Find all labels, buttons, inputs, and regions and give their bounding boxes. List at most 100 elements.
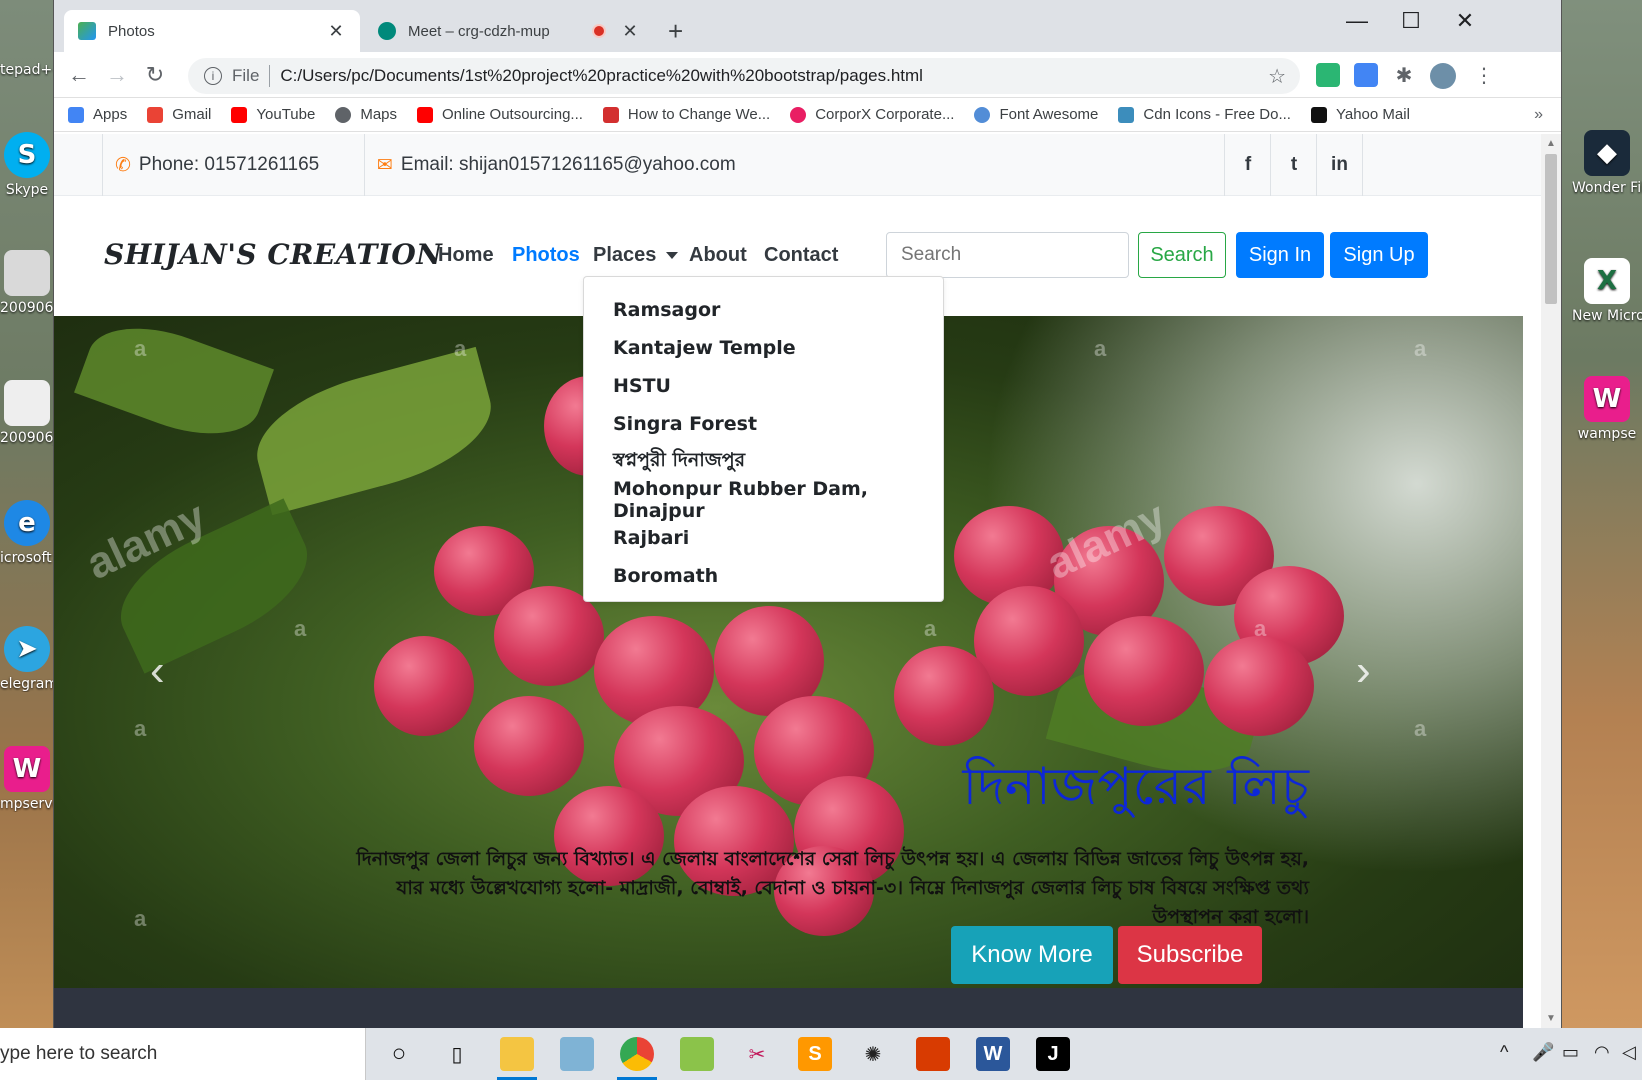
- tab-meet[interactable]: Meet – crg-cdzh-mup ✕: [364, 10, 654, 52]
- new-tab-icon[interactable]: +: [668, 18, 683, 44]
- dropdown-item-rajbari[interactable]: Rajbari: [584, 519, 943, 557]
- carousel-next-icon[interactable]: ›: [1356, 646, 1371, 696]
- bookmarks-overflow-icon[interactable]: »: [1534, 106, 1543, 124]
- scroll-up-icon[interactable]: ▲: [1546, 138, 1556, 149]
- bookmark-corporx[interactable]: CorporX Corporate...: [790, 106, 954, 123]
- url-text[interactable]: C:/Users/pc/Documents/1st%20project%20pr…: [280, 66, 923, 86]
- bookmark-how-to-change[interactable]: How to Change We...: [602, 106, 770, 123]
- file-explorer-icon[interactable]: [500, 1037, 534, 1071]
- nav-about[interactable]: About: [689, 244, 747, 267]
- tray-chevron-icon[interactable]: ^: [1500, 1042, 1508, 1063]
- chrome-icon[interactable]: [620, 1037, 654, 1071]
- desktop-icon-label: 200906_: [0, 300, 54, 316]
- paint-icon[interactable]: ✺: [856, 1037, 890, 1071]
- bookmark-maps[interactable]: Maps: [335, 106, 397, 123]
- twitter-icon[interactable]: t: [1270, 134, 1317, 196]
- maximize-icon[interactable]: ☐: [1396, 8, 1426, 34]
- desktop-icon-telegram[interactable]: ➤ elegram: [0, 626, 54, 692]
- microphone-icon[interactable]: 🎤: [1532, 1042, 1554, 1063]
- bookmark-youtube[interactable]: YouTube: [231, 106, 315, 123]
- dropdown-item-boromath[interactable]: Boromath: [584, 557, 943, 595]
- menu-kebab-icon[interactable]: ⋮: [1472, 63, 1496, 87]
- carousel-prev-icon[interactable]: ‹: [150, 646, 165, 696]
- extensions-puzzle-icon[interactable]: ✱: [1392, 63, 1416, 87]
- sublime-text-icon[interactable]: S: [798, 1037, 832, 1071]
- desktop-icon-wampserver-right[interactable]: W wampse: [1572, 376, 1642, 442]
- facebook-icon[interactable]: f: [1224, 134, 1271, 196]
- brand-logo[interactable]: SHIJAN'S CREATION: [104, 238, 442, 271]
- close-icon[interactable]: ✕: [326, 21, 346, 42]
- scrollbar-thumb[interactable]: [1545, 154, 1557, 304]
- desktop-icon-edge[interactable]: e icrosoft Edge: [0, 500, 54, 566]
- sign-up-button[interactable]: Sign Up: [1330, 232, 1428, 278]
- forward-arrow-icon[interactable]: →: [104, 62, 130, 88]
- scroll-down-icon[interactable]: ▼: [1546, 1013, 1556, 1024]
- office-icon[interactable]: [916, 1037, 950, 1071]
- desktop-icon-photo-1[interactable]: 200906_: [0, 250, 54, 316]
- bookmark-online-outsourcing[interactable]: Online Outsourcing...: [417, 106, 583, 123]
- nav-places-label: Places: [593, 244, 657, 266]
- spiral-icon: [790, 106, 807, 123]
- extension-green-icon[interactable]: [1316, 63, 1340, 87]
- bookmark-yahoo-mail[interactable]: Yahoo Mail: [1310, 106, 1410, 123]
- dropdown-item-hstu[interactable]: HSTU: [584, 367, 943, 405]
- desktop-icon-photo-2[interactable]: 200906_: [0, 380, 54, 446]
- know-more-button[interactable]: Know More: [951, 926, 1113, 984]
- desktop-icon-label: tepad++: [0, 62, 54, 78]
- notes-app-icon[interactable]: [560, 1037, 594, 1071]
- linkedin-icon[interactable]: in: [1316, 134, 1363, 196]
- dropdown-item-kantajew-temple[interactable]: Kantajew Temple: [584, 329, 943, 367]
- desktop-icon-excel[interactable]: X New Microso: [1572, 258, 1642, 324]
- volume-icon[interactable]: ◁: [1622, 1042, 1636, 1063]
- info-icon[interactable]: i: [204, 67, 222, 85]
- page-scrollbar[interactable]: ▲ ▼: [1541, 134, 1561, 1028]
- intellij-icon[interactable]: J: [1036, 1037, 1070, 1071]
- bookmark-gmail[interactable]: Gmail: [147, 106, 211, 123]
- desktop-icon-skype[interactable]: S Skype: [0, 132, 54, 198]
- watermark-letter: a: [134, 906, 147, 931]
- sign-in-button[interactable]: Sign In: [1236, 232, 1324, 278]
- notepad-plus-plus-icon[interactable]: [680, 1037, 714, 1071]
- bookmark-label: Cdn Icons - Free Do...: [1143, 106, 1291, 123]
- task-view-icon[interactable]: ▯: [440, 1037, 474, 1071]
- dropdown-item-swapnapuri[interactable]: স্বপ্নপুরী দিনাজপুর: [584, 443, 943, 481]
- dropdown-item-singra-forest[interactable]: Singra Forest: [584, 405, 943, 443]
- nav-photos[interactable]: Photos: [512, 244, 580, 267]
- globe-icon: [335, 106, 352, 123]
- word-icon[interactable]: W: [976, 1037, 1010, 1071]
- email-info: ✉ Email: shijan01571261165@yahoo.com: [364, 134, 1224, 196]
- dropdown-item-ramsagor[interactable]: Ramsagor: [584, 291, 943, 329]
- minimize-icon[interactable]: —: [1342, 8, 1372, 34]
- nav-contact[interactable]: Contact: [764, 244, 838, 267]
- bookmark-font-awesome[interactable]: Font Awesome: [974, 106, 1098, 123]
- tab-photos[interactable]: Photos ✕: [64, 10, 360, 52]
- address-bar[interactable]: i File C:/Users/pc/Documents/1st%20proje…: [188, 58, 1300, 94]
- close-icon[interactable]: ✕: [620, 21, 640, 42]
- nav-places[interactable]: Places: [593, 244, 679, 267]
- taskbar-search-box[interactable]: ype here to search: [0, 1028, 366, 1080]
- search-input[interactable]: [886, 232, 1129, 278]
- dropdown-item-mohonpur-rubber-dam[interactable]: Mohonpur Rubber Dam, Dinajpur: [584, 478, 943, 522]
- search-button[interactable]: Search: [1138, 232, 1226, 278]
- wifi-icon[interactable]: ◠: [1594, 1042, 1610, 1063]
- lychee-fruit: [374, 636, 474, 736]
- window-close-icon[interactable]: ✕: [1450, 8, 1480, 34]
- subscribe-button[interactable]: Subscribe: [1118, 926, 1262, 984]
- divider: [269, 65, 271, 87]
- desktop-icon-filmora[interactable]: ◆ Wonder Filmo: [1572, 130, 1642, 196]
- extension-blue-icon[interactable]: [1354, 63, 1378, 87]
- profile-avatar[interactable]: [1430, 63, 1456, 89]
- reload-icon[interactable]: ↻: [142, 62, 168, 88]
- desktop-icon-wampserver[interactable]: W mpserve: [0, 746, 54, 812]
- cortana-icon[interactable]: ○: [382, 1037, 416, 1071]
- snipping-tool-icon[interactable]: ✂: [740, 1037, 774, 1071]
- bookmark-cdn-icons[interactable]: Cdn Icons - Free Do...: [1118, 106, 1291, 123]
- bookmark-apps[interactable]: Apps: [68, 106, 127, 123]
- back-arrow-icon[interactable]: ←: [66, 62, 92, 88]
- desktop-icon-label: Wonder Filmo: [1572, 180, 1642, 196]
- bookmark-star-icon[interactable]: ☆: [1268, 64, 1286, 89]
- battery-icon[interactable]: ▭: [1562, 1042, 1579, 1063]
- contact-topbar: ✆ Phone: 01571261165 ✉ Email: shijan0157…: [54, 134, 1543, 196]
- desktop-icon-notepad[interactable]: tepad++: [0, 62, 54, 78]
- nav-home[interactable]: Home: [438, 244, 494, 267]
